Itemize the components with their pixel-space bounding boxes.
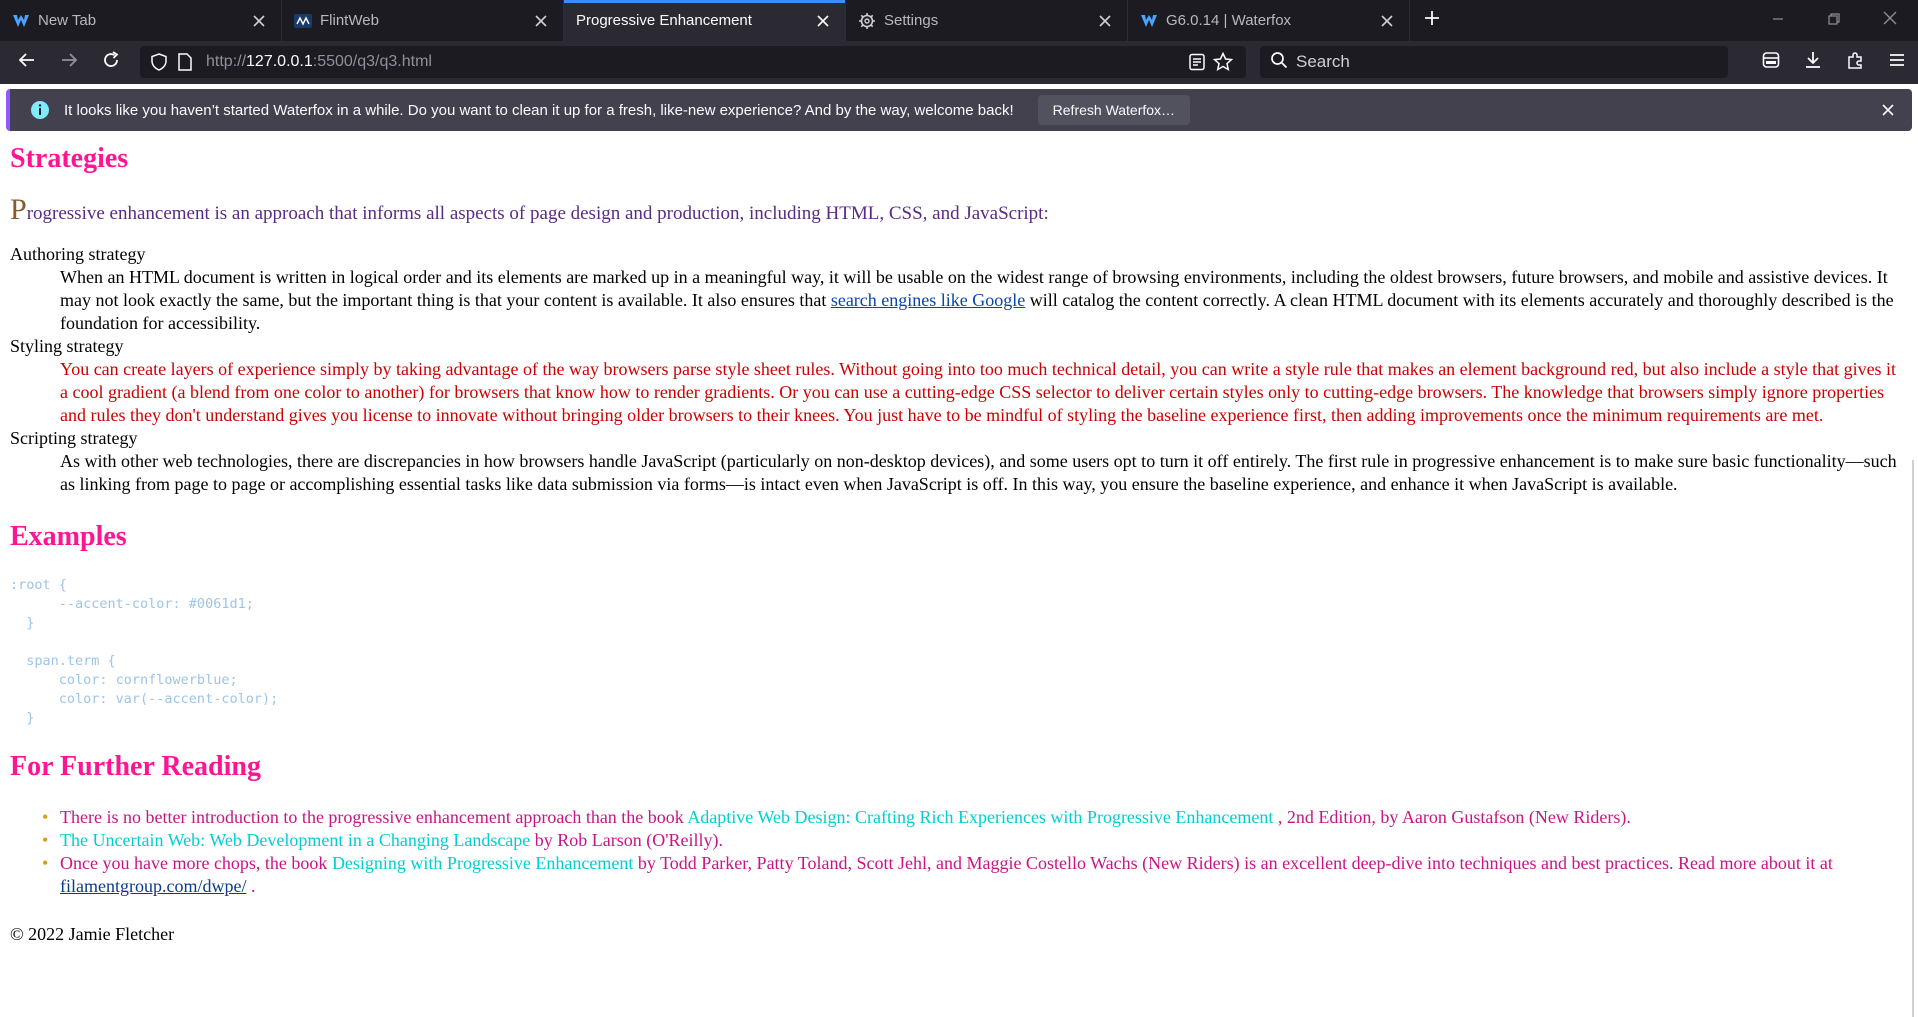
restore-button[interactable]	[1806, 0, 1862, 41]
search-bar[interactable]	[1260, 46, 1728, 78]
shield-icon[interactable]	[148, 51, 170, 73]
code-example: :root { --accent-color: #0061d1; } span.…	[10, 577, 279, 726]
pocket-button[interactable]	[1750, 44, 1792, 80]
close-window-button[interactable]	[1862, 0, 1918, 41]
refresh-waterfox-button[interactable]: Refresh Waterfox…	[1037, 95, 1191, 125]
drop-cap: P	[10, 193, 27, 226]
reading-list: There is no better introduction to the p…	[10, 806, 1900, 898]
reading1-text-b: , 2nd Edition, by Aaron Gustafson (New R…	[1273, 807, 1631, 827]
tab-waterfox[interactable]: G6.0.14 | Waterfox	[1128, 0, 1410, 41]
examples-heading: Examples	[10, 521, 127, 552]
url-text[interactable]: http://127.0.0.1:5500/q3/q3.html	[206, 53, 1186, 71]
gear-icon	[858, 12, 876, 30]
book-title: The Uncertain Web: Web Development in a …	[60, 830, 531, 850]
info-icon	[30, 100, 50, 120]
close-notification-icon[interactable]	[1878, 100, 1898, 120]
tab-progressive-enhancement[interactable]: Progressive Enhancement	[564, 0, 846, 41]
restore-icon	[1828, 12, 1840, 30]
hamburger-icon	[1888, 51, 1906, 74]
flintweb-icon	[294, 12, 312, 30]
url-prefix: http://	[206, 53, 247, 70]
url-host: 127.0.0.1	[246, 53, 313, 70]
authoring-description: When an HTML document is written in logi…	[60, 266, 1900, 335]
close-tab-icon[interactable]	[1377, 11, 1397, 31]
waterfox-icon	[1140, 12, 1158, 30]
search-icon	[1270, 51, 1288, 74]
extensions-button[interactable]	[1834, 44, 1876, 80]
styling-description: You can create layers of experience simp…	[60, 359, 1897, 425]
intro-text: rogressive enhancement is an approach th…	[26, 203, 1049, 224]
list-item: There is no better introduction to the p…	[42, 806, 1900, 829]
tab-title: G6.0.14 | Waterfox	[1166, 12, 1292, 29]
reading3-text-b: by Todd Parker, Patty Toland, Scott Jehl…	[633, 853, 1833, 873]
reload-button[interactable]	[90, 45, 132, 81]
bookmark-star-icon[interactable]	[1212, 51, 1234, 73]
puzzle-icon	[1846, 51, 1864, 74]
plus-icon	[1424, 10, 1440, 31]
close-tab-icon[interactable]	[1095, 11, 1115, 31]
footer-copyright: © 2022 Jamie Fletcher	[10, 924, 175, 944]
downloads-button[interactable]	[1792, 44, 1834, 80]
forward-button[interactable]	[48, 45, 90, 81]
tab-strip: New Tab FlintWeb Progressive Enhancement…	[0, 0, 1918, 41]
filamentgroup-link[interactable]: filamentgroup.com/dwpe/	[60, 876, 246, 896]
styling-term: Styling strategy	[10, 336, 124, 356]
pocket-icon	[1762, 51, 1780, 74]
url-path: :5500/q3/q3.html	[312, 53, 432, 70]
close-icon	[1883, 11, 1897, 30]
minimize-button[interactable]	[1750, 0, 1806, 41]
download-icon	[1804, 51, 1822, 74]
window-controls	[1750, 0, 1918, 41]
navigation-toolbar: http://127.0.0.1:5500/q3/q3.html	[0, 41, 1918, 84]
new-tab-button[interactable]	[1410, 0, 1454, 41]
notification-message: It looks like you haven’t started Waterf…	[64, 101, 1014, 119]
list-item: Once you have more chops, the book Desig…	[42, 852, 1900, 898]
menu-button[interactable]	[1876, 44, 1918, 80]
strategy-list: Authoring strategy When an HTML document…	[10, 243, 1900, 496]
close-tab-icon[interactable]	[249, 11, 269, 31]
reading2-text-b: by Rob Larson (O'Reilly).	[530, 830, 724, 850]
page-icon[interactable]	[174, 51, 196, 73]
strategies-heading: Strategies	[10, 143, 129, 174]
arrow-right-icon	[60, 51, 78, 74]
tab-title: Settings	[884, 12, 939, 29]
further-reading-heading: For Further Reading	[10, 751, 261, 782]
scripting-description: As with other web technologies, there ar…	[60, 451, 1897, 494]
notification-bar: It looks like you haven’t started Waterf…	[6, 89, 1912, 131]
close-tab-icon[interactable]	[813, 11, 833, 31]
tab-title: FlintWeb	[320, 12, 379, 29]
reload-icon	[102, 51, 120, 74]
page-content: Strategies Progressive enhancement is an…	[0, 136, 1910, 1017]
scrollbar[interactable]	[1912, 460, 1914, 1017]
waterfox-icon	[12, 12, 30, 30]
close-tab-icon[interactable]	[531, 11, 551, 31]
reader-view-icon[interactable]	[1186, 51, 1208, 73]
intro-paragraph: Progressive enhancement is an approach t…	[10, 195, 1900, 225]
list-item: The Uncertain Web: Web Development in a …	[42, 829, 1900, 852]
back-button[interactable]	[6, 45, 48, 81]
authoring-term: Authoring strategy	[10, 244, 146, 264]
search-input[interactable]	[1296, 52, 1696, 72]
book-title: Adaptive Web Design: Crafting Rich Exper…	[687, 807, 1274, 827]
tab-new-tab[interactable]: New Tab	[0, 0, 282, 41]
scripting-term: Scripting strategy	[10, 428, 138, 448]
url-bar[interactable]: http://127.0.0.1:5500/q3/q3.html	[140, 46, 1246, 78]
tab-title: Progressive Enhancement	[576, 12, 752, 29]
reading3-text-a: Once you have more chops, the book	[60, 853, 332, 873]
tab-title: New Tab	[38, 12, 97, 29]
tab-flintweb[interactable]: FlintWeb	[282, 0, 564, 41]
reading1-text-a: There is no better introduction to the p…	[60, 807, 688, 827]
reading3-text-c: .	[246, 876, 256, 896]
toolbar-right	[1750, 44, 1918, 80]
book-title: Designing with Progressive Enhancement	[331, 853, 634, 873]
arrow-left-icon	[18, 51, 36, 74]
minimize-icon	[1772, 12, 1784, 30]
search-engines-link[interactable]: search engines like Google	[831, 290, 1025, 310]
tab-settings[interactable]: Settings	[846, 0, 1128, 41]
